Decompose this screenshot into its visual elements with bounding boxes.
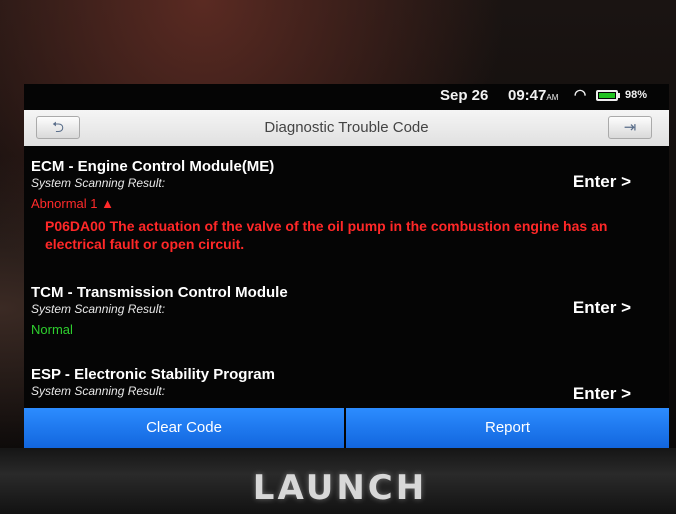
- status-time: 09:47AM: [508, 87, 559, 104]
- battery-icon: [596, 90, 618, 101]
- action-bar: Clear Code Report: [24, 408, 669, 448]
- status-abnormal: Abnormal 1 ▲: [31, 196, 114, 211]
- exit-button[interactable]: ⇥: [608, 116, 652, 139]
- enter-button[interactable]: Enter >: [573, 172, 631, 192]
- status-bar: Sep 26 09:47AM ◠ 98%: [24, 84, 669, 110]
- enter-button[interactable]: Enter >: [573, 384, 631, 404]
- brand-logo: LAUNCH: [252, 468, 428, 508]
- module-title: ECM - Engine Control Module(ME): [31, 158, 275, 175]
- wifi-icon: ◠: [574, 86, 587, 102]
- module-subtitle: System Scanning Result:: [31, 176, 166, 190]
- module-title: ESP - Electronic Stability Program: [31, 366, 275, 383]
- module-subtitle: System Scanning Result:: [31, 384, 166, 398]
- module-subtitle: System Scanning Result:: [31, 302, 166, 316]
- title-bar: ⮌ Diagnostic Trouble Code ⇥: [24, 110, 669, 146]
- enter-button[interactable]: Enter >: [573, 298, 631, 318]
- battery-percent: 98%: [625, 89, 648, 101]
- status-date: Sep 26: [440, 87, 489, 104]
- battery-tip: [618, 93, 620, 98]
- device-screen: Sep 26 09:47AM ◠ 98% ⮌ Diagnostic Troubl…: [24, 84, 669, 448]
- clear-code-button[interactable]: Clear Code: [24, 408, 344, 448]
- module-tcm[interactable]: TCM - Transmission Control Module System…: [31, 284, 661, 337]
- module-title: TCM - Transmission Control Module: [31, 284, 288, 301]
- exit-icon: ⇥: [623, 119, 637, 136]
- module-esp[interactable]: ESP - Electronic Stability Program Syste…: [31, 366, 661, 403]
- module-ecm[interactable]: ECM - Engine Control Module(ME) System S…: [31, 158, 661, 253]
- report-button[interactable]: Report: [346, 408, 669, 448]
- page-title: Diagnostic Trouble Code: [264, 119, 429, 136]
- warning-triangle-icon: ▲: [101, 196, 114, 211]
- dtc-text: P06DA00 The actuation of the valve of th…: [45, 218, 608, 252]
- status-normal: Normal: [31, 322, 73, 337]
